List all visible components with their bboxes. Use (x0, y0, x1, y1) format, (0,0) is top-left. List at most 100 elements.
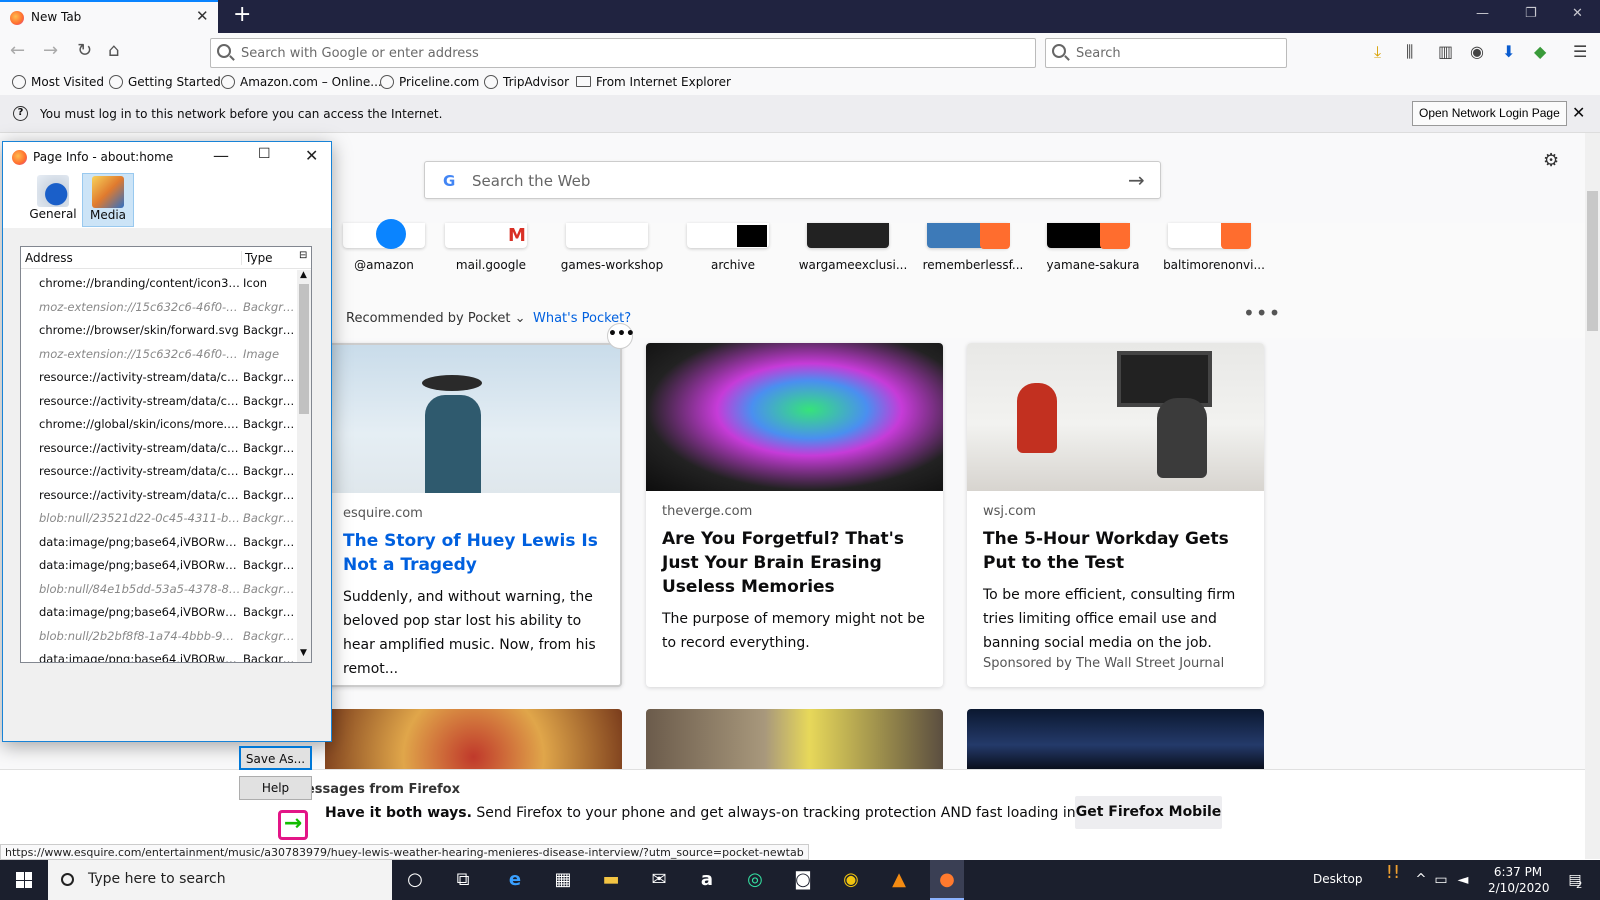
table-scrollbar[interactable]: ▲ ▼ (297, 270, 311, 662)
app-icon[interactable]: ◉ (838, 869, 864, 891)
card-context-menu-icon[interactable]: ••• (607, 323, 635, 349)
close-icon[interactable]: ✕ (1572, 103, 1585, 122)
top-site-tile[interactable] (343, 219, 425, 249)
gear-icon[interactable]: ⚙ (1543, 150, 1559, 171)
library-icon[interactable]: ⫼ (1406, 43, 1413, 61)
chevron-up-icon[interactable]: ▲ (300, 270, 307, 280)
top-site-tile[interactable] (566, 223, 648, 248)
top-site-label[interactable]: @amazon (324, 258, 444, 272)
file-explorer-icon[interactable]: ▬ (598, 869, 624, 891)
card-title[interactable]: The 5-Hour Workday Gets Put to the Test (983, 527, 1253, 575)
top-site-tile[interactable]: M (445, 223, 527, 248)
tab-close-icon[interactable]: ✕ (196, 7, 209, 25)
table-row[interactable]: blob:null/2b2bf8f8-1a74-4bbb-9366-... Bac… (21, 624, 297, 648)
scrollbar-thumb[interactable] (299, 284, 309, 414)
pocket-card-image[interactable] (646, 709, 943, 769)
get-firefox-mobile-button[interactable]: Get Firefox Mobile (1075, 796, 1222, 829)
top-site-label[interactable]: rememberlessf... (913, 258, 1033, 272)
web-search-box[interactable]: G Search the Web → (424, 161, 1161, 199)
home-icon[interactable]: ⌂ (108, 41, 119, 61)
download-icon[interactable]: ⤓ (1374, 43, 1381, 61)
store-icon[interactable]: ▦ (550, 869, 576, 891)
more-icon[interactable]: ••• (1243, 301, 1281, 325)
url-bar[interactable]: Search with Google or enter address (210, 38, 1036, 68)
help-button[interactable]: Help (239, 776, 312, 800)
top-site-label[interactable]: mail.google (431, 258, 551, 272)
reload-icon[interactable]: ↻ (77, 41, 92, 61)
scrollbar-thumb[interactable] (1587, 191, 1598, 331)
page-scrollbar[interactable] (1585, 133, 1600, 859)
volume-icon[interactable]: ◄ (1450, 869, 1476, 891)
top-site-label[interactable]: yamane-sakura (1033, 258, 1153, 272)
tripadvisor-icon[interactable]: ◎ (742, 869, 768, 891)
notification-app-icon[interactable]: !! (1380, 862, 1406, 884)
extension-icon[interactable]: ⬇ (1502, 43, 1515, 61)
mail-icon[interactable]: ✉ (646, 869, 672, 891)
table-row[interactable]: chrome://branding/content/icon32... Icon (21, 271, 297, 295)
extension-icon[interactable]: ◆ (1534, 43, 1546, 61)
save-as-button[interactable]: Save As... (239, 746, 312, 770)
bookmark-amazon[interactable]: Amazon.com – Online... (221, 75, 382, 89)
open-network-login-button[interactable]: Open Network Login Page (1412, 101, 1567, 126)
pocket-card[interactable]: theverge.com Are You Forgetful? That's J… (646, 343, 943, 687)
pocket-card-image[interactable] (325, 709, 622, 769)
pocket-card[interactable]: wsj.com The 5-Hour Workday Gets Put to t… (967, 343, 1264, 687)
table-row[interactable]: data:image/png;base64,iVBORw0KG... Backgr… (21, 647, 297, 662)
table-row[interactable]: moz-extension://15c632c6-46f0-4acc-...Im… (21, 342, 297, 366)
table-row[interactable]: resource://activity-stream/data/cont... B… (21, 483, 297, 507)
bookmark-from-internet-explorer[interactable]: From Internet Explorer (576, 75, 731, 89)
menu-icon[interactable]: ☰ (1573, 43, 1587, 61)
top-site-tile[interactable] (687, 223, 769, 248)
card-title[interactable]: The Story of Huey Lewis Is Not a Tragedy (343, 529, 613, 577)
top-site-label[interactable]: archive (673, 258, 793, 272)
table-row[interactable]: resource://activity-stream/data/cont... B… (21, 389, 297, 413)
table-row[interactable]: blob:null/84e1b5dd-53a5-4378-8ba5... Back… (21, 577, 297, 601)
tab-media[interactable]: Media (82, 173, 134, 227)
media-table[interactable]: Address Type ⊟ chrome://branding/content… (20, 246, 312, 663)
system-clock[interactable]: 6:37 PM 2/10/2020 (1488, 864, 1550, 896)
edge-icon[interactable]: e (502, 869, 528, 891)
amazon-icon[interactable]: a (694, 869, 720, 891)
bookmark-most-visited[interactable]: Most Visited (12, 75, 104, 89)
table-row[interactable]: resource://activity-stream/data/cont... B… (21, 365, 297, 389)
bookmark-tripadvisor[interactable]: TripAdvisor (484, 75, 569, 89)
search-bar[interactable]: Search (1045, 38, 1287, 68)
maximize-button[interactable]: ☐ (258, 146, 271, 162)
vlc-icon[interactable]: ▲ (886, 869, 912, 891)
windows-start-icon[interactable] (16, 872, 32, 888)
table-row[interactable]: data:image/png;base64,iVBORw0KG... Backgr… (21, 600, 297, 624)
pocket-section-header[interactable]: Recommended by Pocket ⌄ (346, 311, 526, 326)
app-icon[interactable]: ◙ (790, 869, 816, 891)
table-row[interactable]: resource://activity-stream/data/cont... B… (21, 459, 297, 483)
bookmark-getting-started[interactable]: Getting Started (109, 75, 221, 89)
bookmark-priceline[interactable]: Priceline.com (380, 75, 479, 89)
back-icon[interactable]: ← (10, 41, 25, 61)
account-icon[interactable]: ◉ (1470, 43, 1484, 61)
table-row[interactable]: chrome://browser/skin/forward.svg Backgro… (21, 318, 297, 342)
tab-general[interactable]: General (27, 173, 79, 227)
top-site-tile[interactable] (807, 223, 889, 248)
column-address[interactable]: Address (25, 251, 73, 265)
chevron-down-icon[interactable]: ▼ (300, 648, 307, 658)
column-type[interactable]: Type (241, 251, 273, 265)
table-row[interactable]: blob:null/23521d22-0c45-4311-b1a1-...Bac… (21, 506, 297, 530)
close-dialog-button[interactable]: ✕ (305, 146, 318, 165)
tab-new-tab[interactable]: New Tab ✕ (0, 0, 218, 33)
table-row[interactable]: chrome://global/skin/icons/more.svg Backg… (21, 412, 297, 436)
cortana-icon[interactable]: ○ (402, 869, 428, 891)
taskbar-search-box[interactable]: Type here to search (48, 860, 392, 900)
table-row[interactable]: data:image/png;base64,iVBORw0KG... Backgr… (21, 530, 297, 554)
pocket-card-image[interactable] (967, 709, 1264, 769)
arrow-right-icon[interactable]: → (1128, 168, 1145, 192)
pocket-card[interactable]: esquire.com The Story of Huey Lewis Is N… (325, 343, 622, 687)
column-picker-icon[interactable]: ⊟ (299, 250, 307, 261)
table-row[interactable]: resource://activity-stream/data/cont... B… (21, 436, 297, 460)
table-row[interactable]: data:image/png;base64,iVBORw0KG... Backgr… (21, 553, 297, 577)
desktop-toolbar-label[interactable]: Desktop (1313, 872, 1363, 886)
new-tab-button[interactable]: + (233, 3, 251, 27)
top-site-label[interactable]: baltimorenonvi... (1154, 258, 1274, 272)
minimize-button[interactable]: — (213, 146, 229, 165)
top-site-label[interactable]: games-workshop (552, 258, 672, 272)
table-row[interactable]: moz-extension://15c632c6-46f0-4acc-...Ba… (21, 295, 297, 319)
firefox-taskbar-icon[interactable]: ● (930, 860, 964, 900)
